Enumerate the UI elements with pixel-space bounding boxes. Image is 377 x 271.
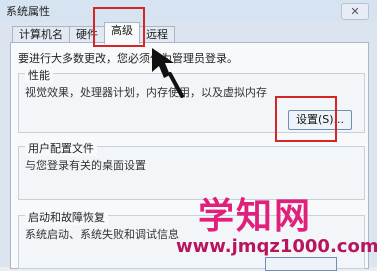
user-profiles-description: 与您登录有关的桌面设置 bbox=[25, 159, 146, 172]
startup-recovery-title: 启动和故障恢复 bbox=[25, 209, 108, 225]
startup-settings-button[interactable] bbox=[265, 257, 337, 271]
watermark-url: www.jmqz1000.com bbox=[176, 236, 377, 257]
pointer-arrow-icon bbox=[152, 48, 184, 98]
tab-strip: 计算机名 硬件 高级 远程 bbox=[0, 22, 377, 44]
user-profiles-group: 用户配置文件 与您登录有关的桌面设置 bbox=[18, 140, 365, 200]
close-button[interactable]: ✕ bbox=[341, 3, 369, 20]
startup-recovery-description: 系统启动、系统失败和调试信息 bbox=[25, 228, 179, 241]
advanced-tab-highlight bbox=[93, 7, 145, 47]
window-title: 系统属性 bbox=[6, 5, 50, 18]
performance-title: 性能 bbox=[25, 67, 53, 83]
title-bar: 系统属性 ✕ bbox=[0, 0, 377, 22]
performance-description: 视觉效果，处理器计划，内存使用，以及虚拟内存 bbox=[25, 86, 267, 99]
settings-button-highlight bbox=[275, 96, 337, 142]
system-properties-window: 系统属性 ✕ 计算机名 硬件 高级 远程 要进行大多数更改，您必须作为管理员登录… bbox=[0, 0, 377, 271]
tab-computer-name[interactable]: 计算机名 bbox=[12, 26, 70, 43]
watermark-brand: 学知网 bbox=[198, 196, 313, 237]
admin-notice: 要进行大多数更改，您必须作为管理员登录。 bbox=[18, 52, 238, 65]
user-profiles-title: 用户配置文件 bbox=[25, 140, 97, 156]
